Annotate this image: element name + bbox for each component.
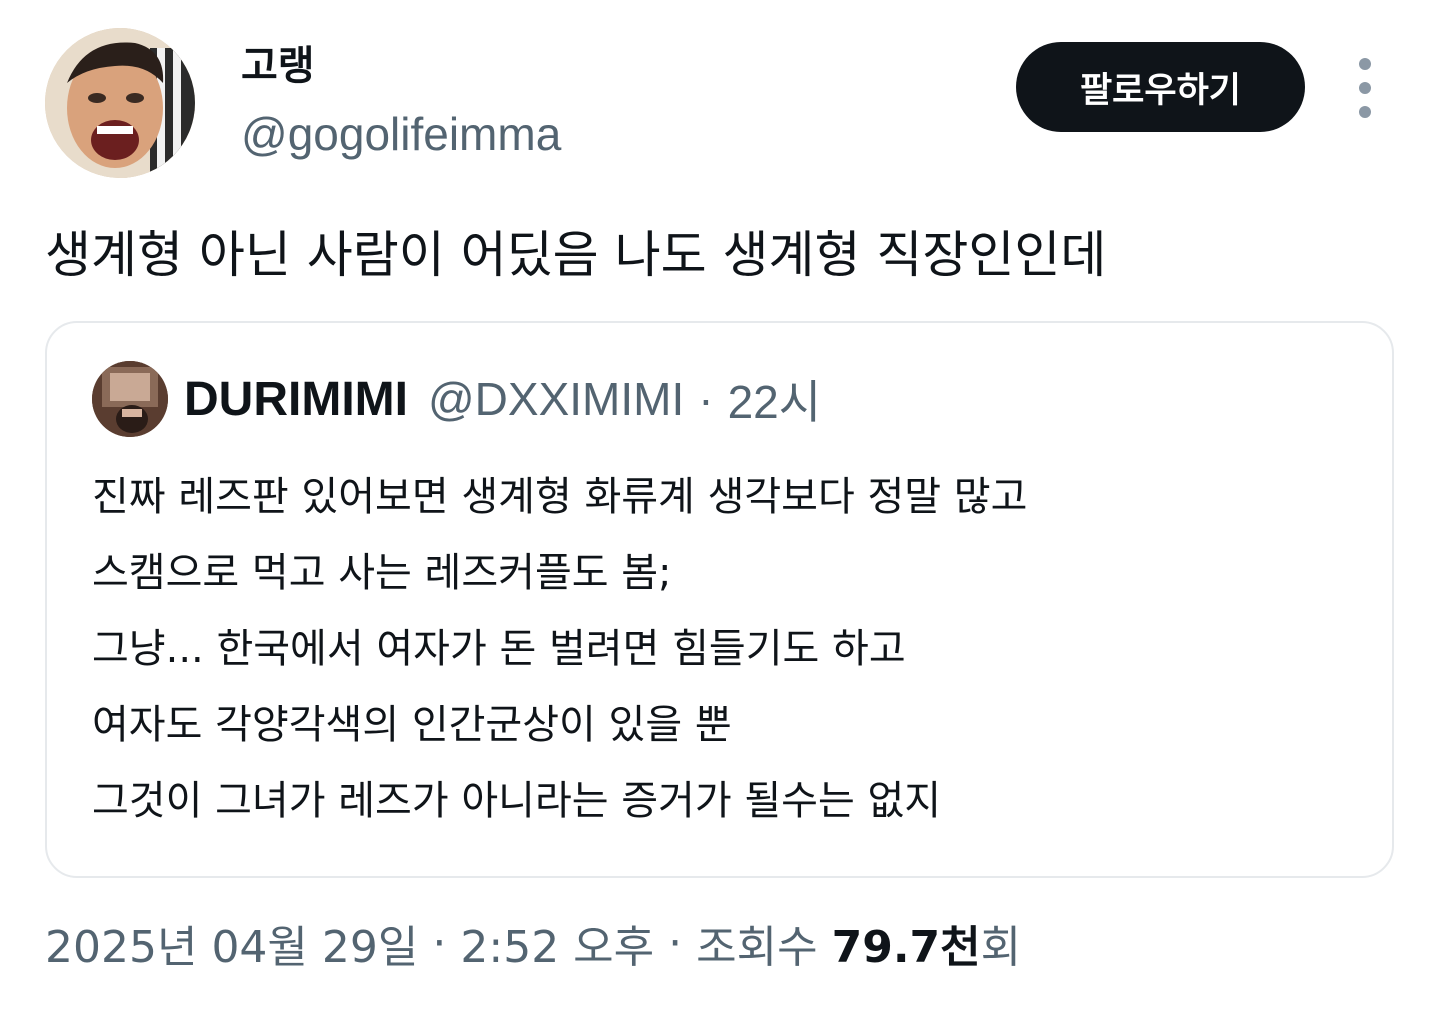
quoted-tweet-time: 22시 <box>727 376 822 428</box>
quoted-tweet-text: 진짜 레즈판 있어보면 생계형 화류계 생각보다 정말 많고 스캠으로 먹고 사… <box>92 459 1027 839</box>
meta-separator: · <box>432 917 447 969</box>
quoted-author-name: DURIMIMI <box>184 372 408 426</box>
more-options-dot <box>1359 58 1371 70</box>
quoted-tweet-card[interactable]: DURIMIMI @DXXIMIMI · 22시 진짜 레즈판 있어보면 생계형… <box>45 321 1394 878</box>
more-options-icon[interactable] <box>1343 58 1387 118</box>
tweet-time[interactable]: 2:52 오후 <box>460 911 654 975</box>
author-avatar[interactable] <box>45 28 195 178</box>
tweet-meta: 2025년 04월 29일 · 2:52 오후 · 조회수 79.7천 회 <box>45 910 1021 976</box>
author-handle[interactable]: @gogolifeimma <box>241 104 561 164</box>
quoted-header-separator: · <box>698 373 714 425</box>
quoted-tweet-line: 진짜 레즈판 있어보면 생계형 화류계 생각보다 정말 많고 <box>92 474 1028 520</box>
quoted-author-avatar[interactable] <box>92 361 168 437</box>
quoted-author-handle: @DXXIMIMI <box>427 373 685 425</box>
views-suffix: 회 <box>980 922 1022 973</box>
more-options-dot <box>1359 82 1371 94</box>
quoted-tweet-line: 스캠으로 먹고 사는 레즈커플도 봄; <box>92 550 672 596</box>
quoted-tweet-header: DURIMIMI @DXXIMIMI · 22시 <box>184 367 821 431</box>
tweet-text: 생계형 아닌 사람이 어딨음 나도 생계형 직장인인데 <box>45 226 1107 284</box>
author-display-name[interactable]: 고랭 <box>241 40 315 92</box>
tweet-date[interactable]: 2025년 04월 29일 <box>45 911 418 975</box>
more-options-dot <box>1359 106 1371 118</box>
quoted-tweet-line: 여자도 각양각색의 인간군상이 있을 뿐 <box>92 702 732 748</box>
views-count: 79.7천 <box>831 922 981 973</box>
follow-button[interactable]: 팔로우하기 <box>1016 42 1305 132</box>
meta-separator: · <box>668 917 683 969</box>
quoted-tweet-line: 그것이 그녀가 레즈가 아니라는 증거가 될수는 없지 <box>92 778 942 824</box>
quoted-tweet-line: 그냥... 한국에서 여자가 돈 벌려면 힘들기도 하고 <box>92 626 906 672</box>
views-label: 조회수 <box>696 922 818 973</box>
